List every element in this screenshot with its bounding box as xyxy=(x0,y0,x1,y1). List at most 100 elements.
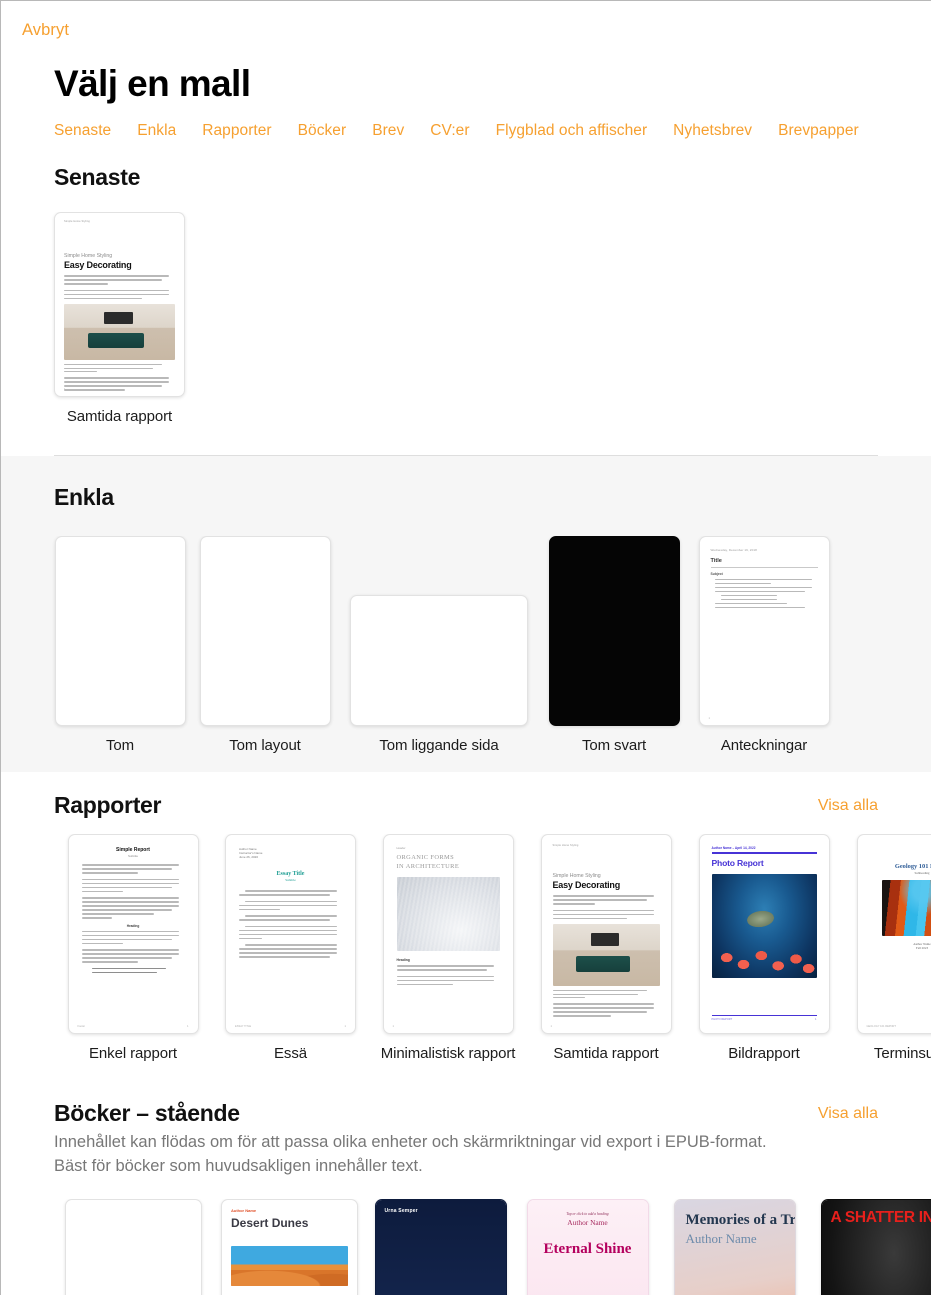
template-tile-tom[interactable]: Tom xyxy=(54,536,186,754)
thumb-heading: Title xyxy=(710,558,722,564)
thumb-byline: Author Name – April 14, 2022 xyxy=(711,846,756,850)
tab-nyhetsbrev[interactable]: Nyhetsbrev xyxy=(673,122,752,140)
thumb-heading: Essay Title xyxy=(276,871,305,877)
thumb-image-canyon xyxy=(882,880,931,936)
thumb-subhead: Heading xyxy=(396,958,410,963)
template-tile-book-desert-dunes[interactable]: Author Name Desert Dunes xyxy=(212,1198,367,1295)
thumb-date: Fall 2023 xyxy=(915,946,929,950)
section-senaste-head: Senaste xyxy=(1,164,931,191)
template-tile-bildrapport[interactable]: Author Name – April 14, 2022 Photo Repor… xyxy=(685,834,843,1062)
see-all-rapporter-button[interactable]: Visa alla xyxy=(818,797,878,815)
template-tile-samtida-rapport[interactable]: Simple Home Styling Simple Home Styling … xyxy=(54,212,185,425)
template-tile-essa[interactable]: Author Name Instructor's Name June 26, 2… xyxy=(212,834,369,1062)
template-thumbnail[interactable]: Header ORGANIC FORMS IN ARCHITECTURE Hea… xyxy=(382,834,514,1034)
template-thumbnail[interactable]: Simple Report Subtitle Heading Footer 1 xyxy=(67,834,199,1034)
template-thumbnail[interactable]: Author Name – April 14, 2022 Photo Repor… xyxy=(698,834,830,1034)
template-tile-book-urna-semper[interactable]: Urna Semper xyxy=(367,1198,514,1295)
template-thumbnail[interactable] xyxy=(64,1198,202,1295)
thumb-eyebrow: Simple Home Styling xyxy=(552,844,579,847)
thumb-footer: GEOLOGY 101 REPORT xyxy=(866,1025,896,1028)
page-title: Välj en mall xyxy=(54,63,251,104)
template-thumbnail[interactable]: Simple Home Styling Simple Home Styling … xyxy=(540,834,672,1034)
template-label: Samtida rapport xyxy=(553,1045,659,1062)
tab-cv[interactable]: CV:er xyxy=(430,122,469,140)
template-tile-terminsuppgift[interactable]: Geology 101 Report Subheading Author Nam… xyxy=(843,834,931,1062)
thumb-page-number: 1 xyxy=(550,1025,552,1028)
template-thumbnail[interactable] xyxy=(199,536,331,726)
template-label: Essä xyxy=(274,1045,307,1062)
thumb-page-number: 1 xyxy=(187,1025,189,1028)
template-tile-samtida-rapport[interactable]: Simple Home Styling Simple Home Styling … xyxy=(527,834,685,1062)
section-bocker-description: Innehållet kan flödas om för att passa o… xyxy=(54,1133,767,1175)
template-tile-tom-layout[interactable]: Tom layout xyxy=(186,536,344,754)
template-tile-book-a-shatter-in-the-dark[interactable]: A SHATTER IN THE DARK xyxy=(808,1198,931,1295)
category-tabs[interactable]: Senaste Enkla Rapporter Böcker Brev CV:e… xyxy=(54,122,931,140)
template-thumbnail[interactable]: Tap or click to add a heading Author Nam… xyxy=(526,1198,649,1295)
section-bocker-title: Böcker – stående xyxy=(54,1100,240,1126)
template-label: Tom xyxy=(105,737,135,754)
see-all-bocker-button[interactable]: Visa alla xyxy=(818,1105,878,1123)
tab-senaste[interactable]: Senaste xyxy=(54,122,111,140)
cover-image-desert-dune xyxy=(231,1245,348,1286)
thumb-heading-line1: ORGANIC FORMS xyxy=(396,854,455,861)
thumb-image-architecture xyxy=(396,877,500,952)
template-label: Anteckningar xyxy=(720,737,808,754)
template-label: Tom layout xyxy=(229,737,301,754)
template-thumbnail[interactable] xyxy=(548,536,680,726)
cover-title: Urna Semper xyxy=(384,1207,418,1214)
section-rapporter: Rapporter Visa alla Simple Report Subtit… xyxy=(1,772,931,1078)
cover-author: Author Name xyxy=(685,1231,757,1247)
thumb-page-number: 1 xyxy=(815,1018,817,1021)
template-thumbnail[interactable]: A SHATTER IN THE DARK xyxy=(820,1198,931,1295)
template-label: Bildrapport xyxy=(728,1045,800,1062)
thumb-heading: Easy Decorating xyxy=(64,260,132,270)
template-thumbnail[interactable]: Author Name Instructor's Name June 26, 2… xyxy=(225,834,356,1034)
template-thumbnail[interactable]: Memories of a Traveler Author Name xyxy=(673,1198,796,1295)
tab-brev[interactable]: Brev xyxy=(372,122,404,140)
template-thumbnail[interactable] xyxy=(350,595,528,726)
tab-flygblad-och-affischer[interactable]: Flygblad och affischer xyxy=(496,122,648,140)
thumb-heading: Photo Report xyxy=(711,857,764,868)
thumb-footer: PHOTO REPORT xyxy=(711,1018,733,1021)
template-thumbnail[interactable]: Simple Home Styling Simple Home Styling … xyxy=(54,212,185,397)
template-tile-enkel-rapport[interactable]: Simple Report Subtitle Heading Footer 1 … xyxy=(54,834,212,1062)
thumb-date: June 26, 2020 xyxy=(239,855,259,859)
template-label: Tom liggande sida xyxy=(379,737,499,754)
template-thumbnail[interactable]: Wednesday, December 19, 2018 Title Subje… xyxy=(698,536,830,726)
thumb-date: Wednesday, December 19, 2018 xyxy=(710,548,757,552)
template-tile-book-memories-of-a-traveler[interactable]: Memories of a Traveler Author Name xyxy=(661,1198,808,1295)
section-senaste: Senaste Simple Home Styling Simple Home … xyxy=(1,164,931,456)
template-tile-tom-svart[interactable]: Tom svart xyxy=(534,536,694,754)
template-thumbnail[interactable]: Author Name Desert Dunes xyxy=(221,1198,358,1295)
section-senaste-row: Simple Home Styling Simple Home Styling … xyxy=(1,212,931,425)
cancel-button[interactable]: Avbryt xyxy=(22,21,69,40)
template-thumbnail[interactable]: Geology 101 Report Subheading Author Nam… xyxy=(856,834,931,1034)
section-enkla-row: Tom Tom layout Tom liggande sida Tom sva… xyxy=(1,536,931,754)
thumb-footer: ESSAY TITLE xyxy=(235,1025,252,1028)
thumb-kicker: Simple Home Styling xyxy=(64,253,113,259)
template-tile-book-eternal-shine[interactable]: Tap or click to add a heading Author Nam… xyxy=(514,1198,661,1295)
section-bocker-row: Author Name Desert Dunes Urna Semper Tap xyxy=(1,1198,931,1295)
template-label: Minimalistisk rapport xyxy=(380,1045,516,1062)
tab-rapporter[interactable]: Rapporter xyxy=(202,122,271,140)
template-tile-tom-liggande-sida[interactable]: Tom liggande sida xyxy=(344,595,534,754)
template-tile-minimalistisk-rapport[interactable]: Header ORGANIC FORMS IN ARCHITECTURE Hea… xyxy=(369,834,527,1062)
cover-tagline: Tap or click to add a heading xyxy=(566,1211,609,1216)
cover-author: Author Name xyxy=(231,1207,257,1213)
tab-brevpapper[interactable]: Brevpapper xyxy=(778,122,859,140)
section-rapporter-title: Rapporter xyxy=(54,792,162,818)
cover-title: Memories of a Traveler xyxy=(685,1211,795,1228)
thumb-page-number: 1 xyxy=(344,1025,346,1028)
tab-enkla[interactable]: Enkla xyxy=(137,122,176,140)
section-rapporter-head: Rapporter Visa alla xyxy=(1,792,931,819)
template-thumbnail[interactable]: Urna Semper xyxy=(374,1198,507,1295)
tab-bocker[interactable]: Böcker xyxy=(298,122,347,140)
template-tile-anteckningar[interactable]: Wednesday, December 19, 2018 Title Subje… xyxy=(694,536,834,754)
template-thumbnail[interactable] xyxy=(54,536,186,726)
section-senaste-title: Senaste xyxy=(54,164,141,190)
cover-author: Author Name xyxy=(567,1217,608,1227)
template-tile-book-blank[interactable] xyxy=(54,1198,212,1295)
cover-title: Desert Dunes xyxy=(231,1215,309,1230)
thumb-heading: Simple Report xyxy=(116,847,150,853)
template-label: Tom svart xyxy=(581,737,647,754)
